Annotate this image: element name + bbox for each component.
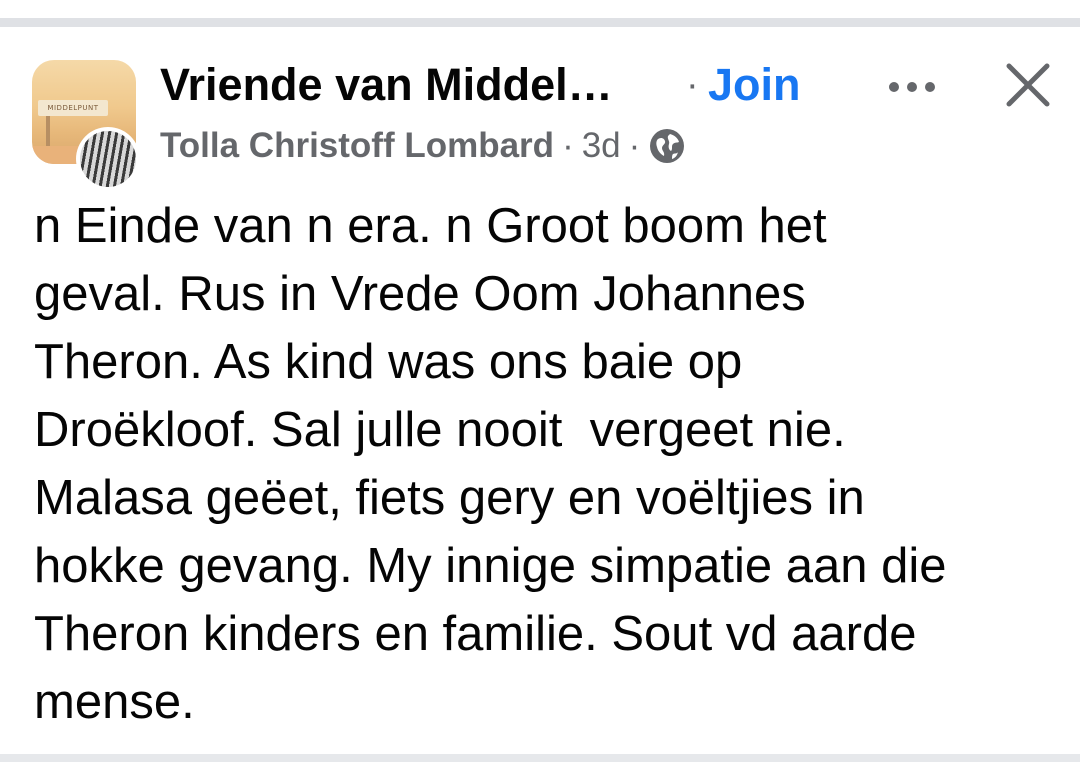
post-header: MIDDELPUNT Vriende van Middel… · Join To…	[0, 27, 1080, 191]
post-timestamp[interactable]: 3d	[582, 126, 621, 166]
more-horizontal-icon	[889, 82, 935, 92]
globe-icon	[648, 127, 686, 165]
author-avatar[interactable]	[76, 127, 140, 191]
post-text-line: Theron. As kind was ons baie op	[34, 335, 743, 389]
post-text-line: mense.	[34, 675, 195, 729]
post-text-line: hokke gevang. My innige simpatie aan die	[34, 539, 947, 593]
close-icon	[1006, 63, 1050, 107]
author-name-link[interactable]: Tolla Christoff Lombard	[160, 126, 554, 166]
post-meta: Tolla Christoff Lombard · 3d ·	[160, 123, 686, 169]
post-text-line: geval. Rus in Vrede Oom Johannes	[34, 267, 806, 321]
join-button[interactable]: Join	[708, 59, 801, 111]
post-text-line: Droëkloof. Sal julle nooit vergeet nie.	[34, 403, 846, 457]
top-divider	[0, 18, 1080, 27]
post-text-line: Theron kinders en familie. Sout vd aarde	[34, 607, 917, 661]
meta-separator: ·	[628, 126, 641, 165]
group-name-link[interactable]: Vriende van Middel…	[160, 59, 613, 111]
meta-separator: ·	[562, 126, 574, 165]
header-dot-separator: ·	[686, 64, 699, 106]
post-text: n Einde van n era. n Groot boom het geva…	[34, 192, 1064, 736]
post-text-line: n Einde van n era. n Groot boom het	[34, 199, 827, 253]
close-button[interactable]	[996, 53, 1060, 117]
post-text-line: Malasa geëet, fiets gery en voëltjies in	[34, 471, 865, 525]
group-avatar-sign: MIDDELPUNT	[38, 100, 108, 116]
more-options-button[interactable]	[880, 67, 944, 107]
author-avatar-image	[80, 131, 136, 187]
bottom-divider	[0, 754, 1080, 762]
